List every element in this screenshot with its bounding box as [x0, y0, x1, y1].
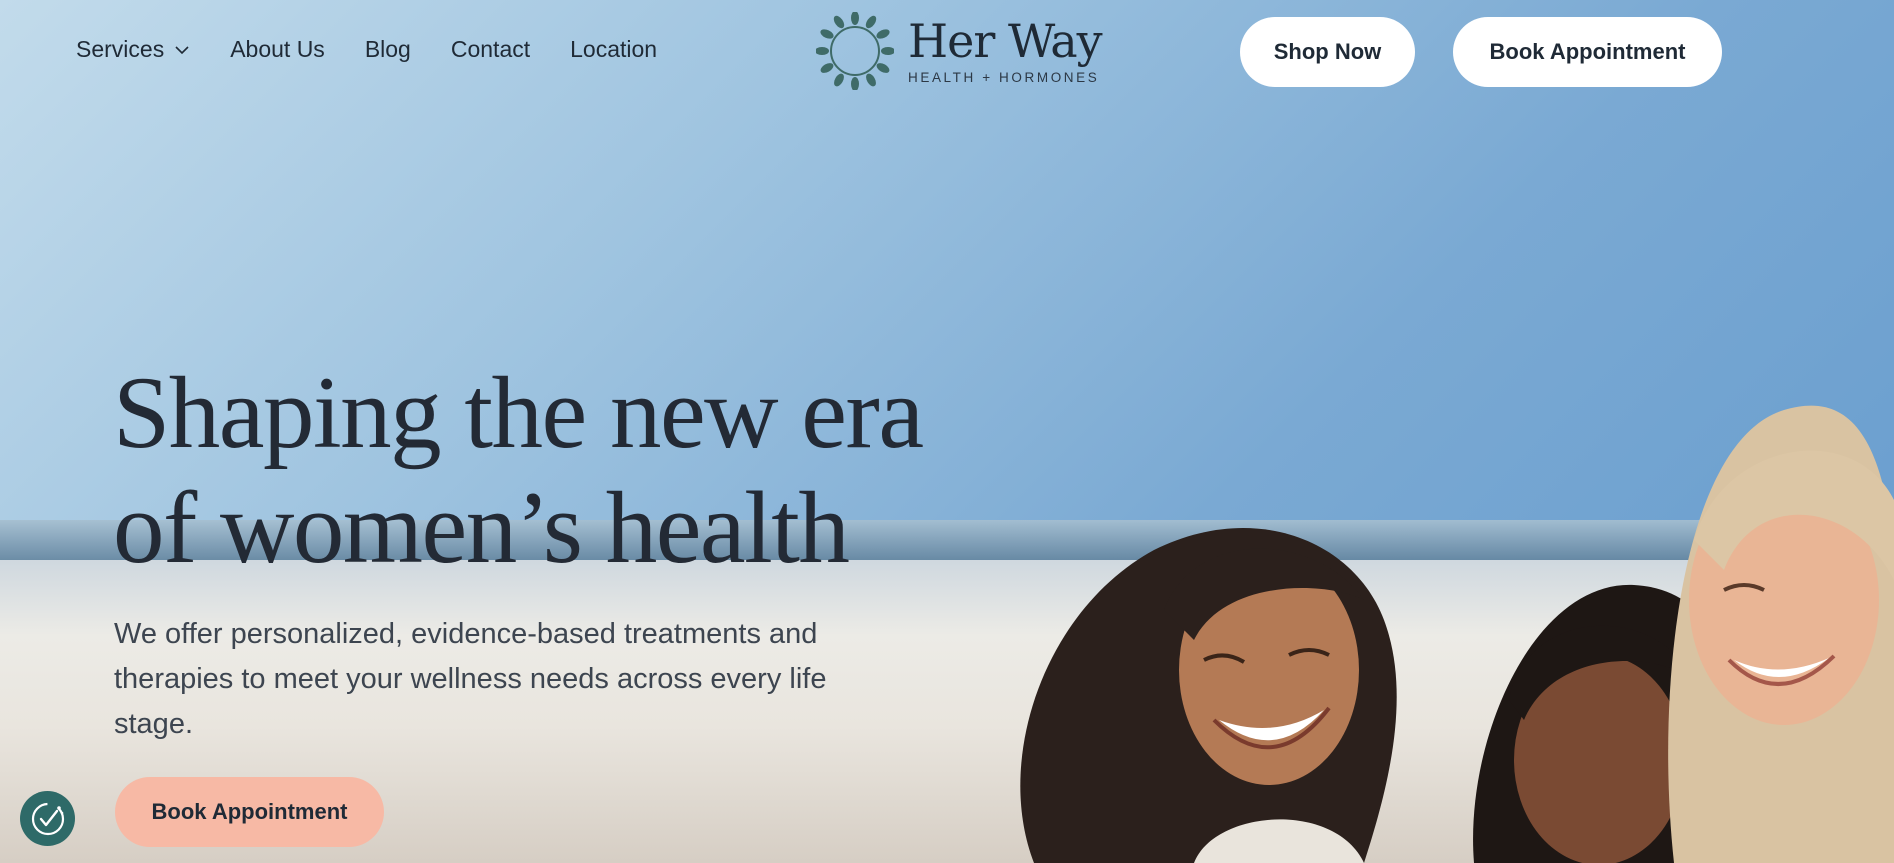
- nav-label-about-us: About Us: [230, 36, 325, 62]
- hero-headline: Shaping the new era of women’s health: [113, 356, 1093, 586]
- nav-item-blog[interactable]: Blog: [365, 36, 411, 63]
- laurel-wreath-icon: [816, 12, 894, 90]
- nav-label-services: Services: [76, 36, 165, 62]
- hero-book-appointment-button[interactable]: Book Appointment: [115, 777, 384, 847]
- nav-item-about-us[interactable]: About Us: [230, 36, 325, 63]
- brand-logo[interactable]: Her Way HEALTH + HORMONES: [816, 12, 1103, 90]
- nav-item-contact[interactable]: Contact: [451, 36, 530, 63]
- nav-label-location: Location: [570, 36, 658, 62]
- cookie-consent-icon: [31, 802, 64, 835]
- logo-title: Her Way: [908, 13, 1103, 68]
- hero-headline-line-2: of women’s health: [113, 471, 850, 585]
- logo-wordmark: Her Way HEALTH + HORMONES: [908, 13, 1103, 85]
- cookie-consent-button[interactable]: [20, 791, 75, 846]
- header-book-appointment-button[interactable]: Book Appointment: [1453, 17, 1722, 87]
- nav-item-services[interactable]: Services: [76, 36, 190, 63]
- nav-item-location[interactable]: Location: [570, 36, 657, 63]
- hero-headline-line-1: Shaping the new era: [113, 356, 924, 470]
- chevron-down-icon: [175, 45, 189, 54]
- nav-label-contact: Contact: [450, 36, 531, 62]
- hero-subtext: We offer personalized, evidence-based tr…: [114, 618, 827, 740]
- logo-subtitle: HEALTH + HORMONES: [908, 69, 1100, 85]
- main-nav: Services About Us Blog Contact Location: [76, 36, 657, 63]
- shop-now-button[interactable]: Shop Now: [1240, 17, 1415, 87]
- nav-label-blog: Blog: [364, 36, 411, 62]
